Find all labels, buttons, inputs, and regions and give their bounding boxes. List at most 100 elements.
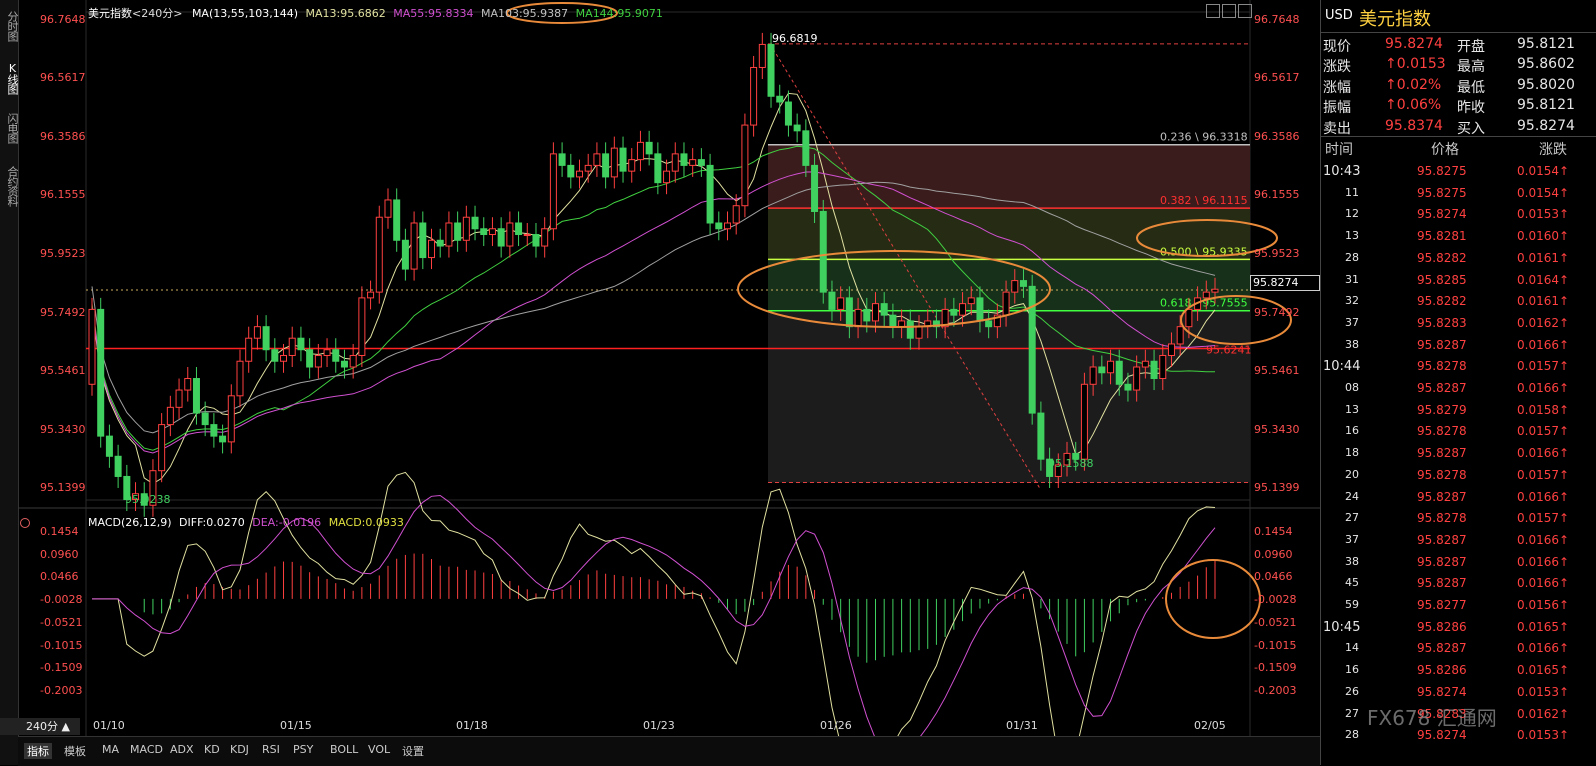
macd-y-tick-left: -0.0521 [40,615,83,629]
candle-body [271,349,279,362]
candle-body [175,389,183,408]
fib-level-label: 0.236 \ 96.3318 [1160,131,1248,144]
indicator-tab[interactable]: BOLL [330,743,358,756]
x-axis-label: 01/26 [820,719,852,732]
tick-time: 20 [1345,467,1359,481]
macd-settings-icon[interactable] [20,518,30,528]
tick-change: 0.0165↑ [1517,663,1570,678]
candle-body [1133,366,1141,391]
candle-body [1167,343,1175,356]
y-tick-label-left: 95.5461 [40,364,86,377]
indicator-tab[interactable]: 设置 [402,743,424,759]
candle-body [184,378,192,391]
y-tick-label-left: 96.7648 [40,13,86,26]
candle-body [393,199,401,241]
kline-chart[interactable]: 0.236 \ 96.33180.382 \ 96.11150.500 \ 95… [0,0,1320,736]
tick-change: 0.0153↑ [1517,728,1570,743]
y-tick-label-right: 96.1555 [1254,188,1300,202]
tick-row: 10:45 95.8286 0.0165↑ [1321,616,1596,639]
instrument-title: 美元指数 [88,7,132,20]
divider [1321,32,1596,33]
candle-body [332,349,340,362]
tick-change: 0.0166↑ [1517,381,1570,395]
tick-row: 32 95.8282 0.0161↑ [1321,290,1596,313]
tick-change: 0.0153↑ [1517,207,1570,222]
tick-price: 95.8279 [1417,402,1467,417]
tick-time: 37 [1345,532,1359,546]
quote-label: 最高 [1457,59,1485,76]
candle-body [1115,360,1123,385]
indicator-tab[interactable]: KD [204,743,220,756]
quote-code: USD [1325,8,1353,23]
candle-body [663,170,671,184]
chart-settings-icon[interactable] [1206,4,1220,18]
y-tick-label-left: 96.5617 [40,71,86,85]
quote-label: 卖出 [1323,120,1351,137]
tick-change: 0.0153↑ [1517,684,1570,699]
quote-label: 振幅 [1323,100,1351,117]
candle-body [462,216,470,241]
tick-row: 37 95.8283 0.0162↑ [1321,312,1596,335]
period-tag: <240分> [132,7,183,20]
tick-change: 0.0161↑ [1517,294,1570,309]
candle-body [306,349,314,368]
candle-body [811,164,819,212]
tick-price: 95.8287 [1417,381,1467,395]
candle-body [245,337,253,362]
candle-body [227,395,235,443]
high-price-label: 96.6819 [772,32,818,45]
tick-change: 0.0165↑ [1517,619,1570,634]
quote-label: 买入 [1457,120,1485,137]
candle-body [680,153,688,166]
macd-y-tick-right: -0.0028 [1254,593,1297,607]
quote-row: 卖出 95.8374 买入 95.8274 [1321,116,1596,137]
candle-body [410,222,418,270]
macd-diff: DIFF:0.0270 [179,516,245,529]
candle-body [959,303,967,316]
candle-body [1107,360,1115,374]
macd-y-tick-right: -0.1015 [1254,638,1297,652]
candle-body [201,412,209,426]
quote-value: ↑0.02% [1385,76,1442,93]
macd-dea: DEA:-0.0196 [252,516,322,529]
tick-change: 0.0166↑ [1517,641,1570,656]
y-tick-label-right: 96.3586 [1254,129,1300,143]
tick-change: 0.0157↑ [1517,359,1570,374]
indicator-tab[interactable]: MACD [130,743,163,756]
indicator-tab[interactable]: 指标 [24,743,52,759]
tick-time: 16 [1345,424,1359,438]
maximize-icon[interactable] [1222,4,1236,18]
candle-body [1080,383,1088,460]
indicator-tab[interactable]: ADX [170,743,194,756]
macd-y-tick-left: -0.2003 [40,684,83,697]
candle-body [741,124,749,207]
candle-body [253,326,261,339]
indicator-tab[interactable]: VOL [368,743,390,756]
tick-change: 0.0162↑ [1517,315,1570,330]
candle-body [549,153,557,230]
period-button[interactable]: 240分 ▲ [0,718,80,735]
tick-change: 0.0160↑ [1517,229,1570,244]
tick-price: 95.8282 [1417,250,1467,265]
indicator-tab[interactable]: KDJ [230,743,249,756]
tick-price: 95.8274 [1417,207,1467,222]
indicator-tab[interactable]: 模板 [64,743,86,759]
indicator-tab[interactable]: MA [102,743,119,756]
tick-time: 27 [1345,511,1359,525]
tick-time: 37 [1345,315,1359,329]
divider [1321,136,1596,137]
candle-body [706,164,714,224]
quote-value: 95.8020 [1517,76,1575,93]
candle-body [471,216,479,230]
quote-row: 涨跌 ↑0.0153 最高 95.8602 [1321,54,1596,76]
tick-row: 11 95.8275 0.0154↑ [1321,182,1596,205]
tick-time: 24 [1345,489,1359,503]
indicator-tab[interactable]: RSI [262,743,280,756]
indicator-tab[interactable]: PSY [293,743,313,756]
restore-icon[interactable] [1238,4,1252,18]
candle-body [358,297,366,356]
candle-body [854,308,862,328]
candle-body [262,326,270,351]
tick-row: 26 95.8274 0.0153↑ [1321,681,1596,704]
candle-body [515,222,523,236]
